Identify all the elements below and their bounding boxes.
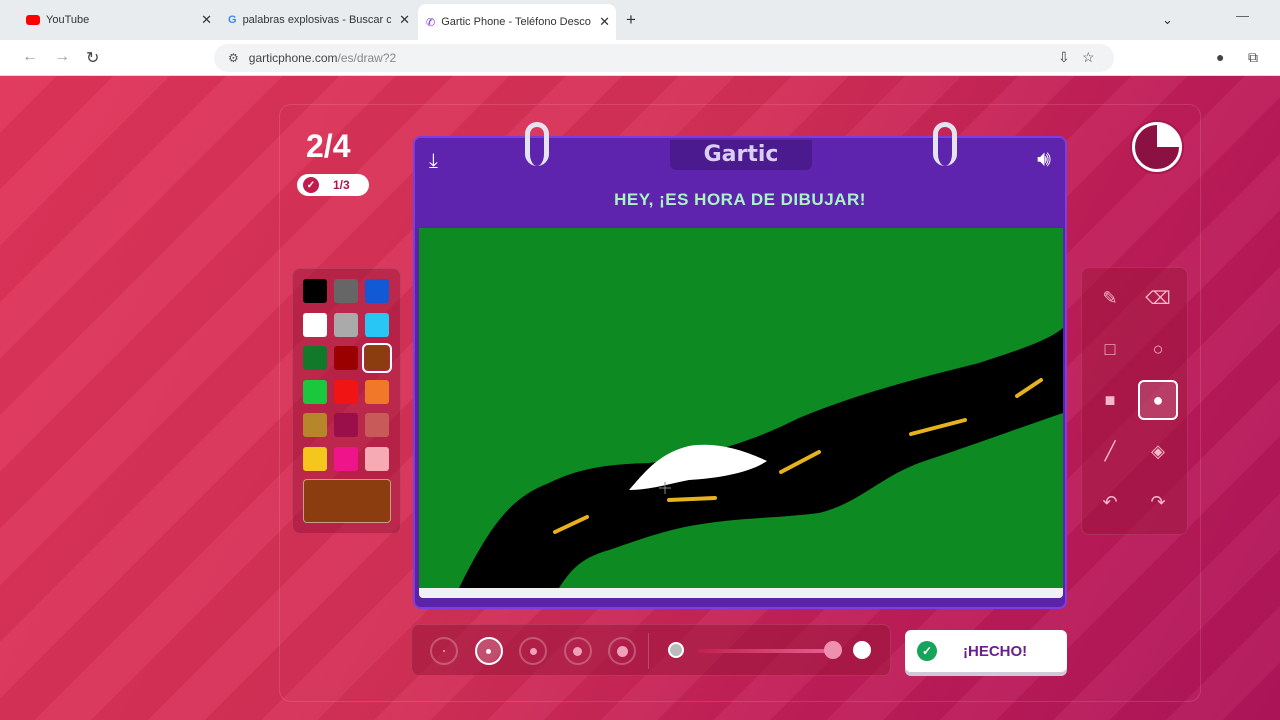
close-tab-icon[interactable]: ✕: [599, 14, 610, 30]
gartic-icon: ✆: [426, 16, 436, 29]
color-swatch[interactable]: [303, 446, 327, 471]
line-tool-icon[interactable]: ╱: [1090, 431, 1130, 471]
binder-ring: [933, 122, 957, 166]
google-icon: G: [228, 14, 237, 26]
address-bar-row: ← → ↻ ⚙ garticphone.com/es/draw?2 ⇩ ☆ ● …: [0, 40, 1280, 76]
redo-tool-icon[interactable]: ↷: [1138, 482, 1178, 522]
color-swatch[interactable]: [334, 279, 358, 303]
brush-size-option[interactable]: [519, 637, 547, 665]
check-icon: ✓: [917, 641, 937, 661]
brush-size-option[interactable]: [474, 637, 503, 665]
submitted-badge: ✓ 1/3: [297, 174, 369, 196]
reload-icon[interactable]: ↻: [86, 48, 99, 68]
color-swatch[interactable]: [365, 312, 389, 337]
sound-icon[interactable]: 🔊︎: [1037, 146, 1051, 172]
back-icon[interactable]: ←: [22, 48, 38, 66]
extensions-icon[interactable]: ⧉: [1248, 49, 1258, 66]
close-tab-icon[interactable]: ✕: [399, 12, 410, 28]
color-swatch[interactable]: [334, 346, 358, 370]
close-tab-icon[interactable]: ✕: [201, 12, 212, 28]
color-swatch[interactable]: [303, 279, 327, 303]
color-swatch[interactable]: [362, 343, 392, 373]
new-tab-icon[interactable]: +: [626, 10, 636, 30]
color-swatch[interactable]: [303, 312, 327, 337]
color-swatch[interactable]: [334, 413, 358, 437]
submitted-count: 1/3: [333, 178, 350, 192]
color-swatch[interactable]: [303, 346, 327, 370]
profile-icon[interactable]: ●: [1216, 49, 1224, 65]
tab-title: Gartic Phone - Teléfono Descon: [441, 16, 592, 28]
color-swatch[interactable]: [303, 379, 327, 404]
drawing-canvas[interactable]: [419, 228, 1063, 588]
drawing-board: Gartic ⤓ 🔊︎ HEY, ¡ES HORA DE DIBUJAR!: [413, 122, 1067, 609]
tab-gartic-phone[interactable]: ✆ Gartic Phone - Teléfono Descon ✕: [418, 4, 616, 40]
road-stroke: [459, 328, 1063, 588]
opacity-max-icon[interactable]: [853, 641, 871, 659]
done-button[interactable]: ✓ ¡HECHO!: [905, 630, 1067, 672]
download-icon[interactable]: ⤓: [429, 150, 438, 173]
chevron-down-icon[interactable]: ⌄: [1162, 12, 1173, 28]
board-header: Gartic ⤓ 🔊︎ HEY, ¡ES HORA DE DIBUJAR!: [415, 122, 1065, 226]
gartic-logo: Gartic: [670, 140, 812, 170]
color-swatch[interactable]: [334, 379, 358, 404]
lane-mark: [667, 496, 717, 502]
pencil-tool-icon[interactable]: ✎: [1090, 278, 1130, 318]
color-swatch[interactable]: [334, 446, 358, 471]
url-host: garticphone.com: [248, 51, 338, 65]
youtube-icon: [26, 15, 40, 25]
tab-google-search[interactable]: G palabras explosivas - Buscar con ✕: [220, 6, 416, 34]
brush-size-option[interactable]: [608, 637, 636, 665]
color-swatch[interactable]: [334, 312, 358, 337]
color-swatch[interactable]: [365, 446, 389, 471]
site-info-icon[interactable]: ⚙: [228, 51, 239, 65]
color-swatch[interactable]: [365, 413, 389, 437]
forward-icon[interactable]: →: [54, 48, 70, 66]
game-page: 2/4 ✓ 1/3 Gartic ⤓ 🔊︎ HEY, ¡ES HORA DE D…: [0, 76, 1280, 720]
filled-ellipse-tool-icon[interactable]: ●: [1138, 380, 1178, 420]
filled-rectangle-tool-icon[interactable]: ■: [1090, 380, 1130, 420]
divider: [648, 633, 649, 669]
brush-size-bar: [411, 624, 891, 676]
brush-size-option[interactable]: [430, 637, 458, 665]
done-label: ¡HECHO!: [963, 642, 1028, 660]
bookmark-star-icon[interactable]: ☆: [1082, 49, 1095, 66]
binder-ring: [525, 122, 549, 166]
color-swatch[interactable]: [303, 413, 327, 437]
url-path: /es/draw?2: [337, 51, 397, 65]
board-bottom-edge: [419, 588, 1063, 598]
round-counter: 2/4: [306, 128, 351, 164]
minimize-icon[interactable]: —: [1236, 8, 1249, 23]
current-color-swatch: [303, 479, 391, 523]
color-palette: [292, 268, 401, 534]
brush-size-option[interactable]: [563, 637, 592, 665]
install-icon[interactable]: ⇩: [1058, 49, 1070, 66]
prompt-text: HEY, ¡ES HORA DE DIBUJAR!: [614, 190, 866, 209]
undo-tool-icon[interactable]: ↶: [1090, 482, 1130, 522]
rectangle-tool-icon[interactable]: □: [1090, 329, 1130, 369]
color-swatch[interactable]: [365, 279, 389, 303]
opacity-slider-handle[interactable]: [824, 641, 842, 659]
fill-bucket-tool-icon[interactable]: ◈: [1138, 431, 1178, 471]
check-icon: ✓: [303, 177, 319, 193]
tab-youtube[interactable]: YouTube ✕: [18, 6, 218, 34]
ellipse-tool-icon[interactable]: ○: [1138, 329, 1178, 369]
tab-title: YouTube: [46, 14, 90, 26]
tab-title: palabras explosivas - Buscar con: [242, 14, 391, 26]
drawing-strokes: [459, 328, 1063, 588]
opacity-slider[interactable]: [698, 649, 832, 653]
timer-icon: [1132, 122, 1182, 172]
color-swatch[interactable]: [365, 379, 389, 404]
browser-tab-bar: YouTube ✕ G palabras explosivas - Buscar…: [0, 0, 1280, 40]
eraser-tool-icon[interactable]: ⌫: [1138, 278, 1178, 318]
opacity-min-icon[interactable]: [668, 642, 684, 658]
url-input[interactable]: ⚙ garticphone.com/es/draw?2: [214, 44, 1114, 72]
tool-panel: ✎ ⌫ □ ○ ■ ● ╱ ◈ ↶ ↷: [1081, 267, 1188, 535]
